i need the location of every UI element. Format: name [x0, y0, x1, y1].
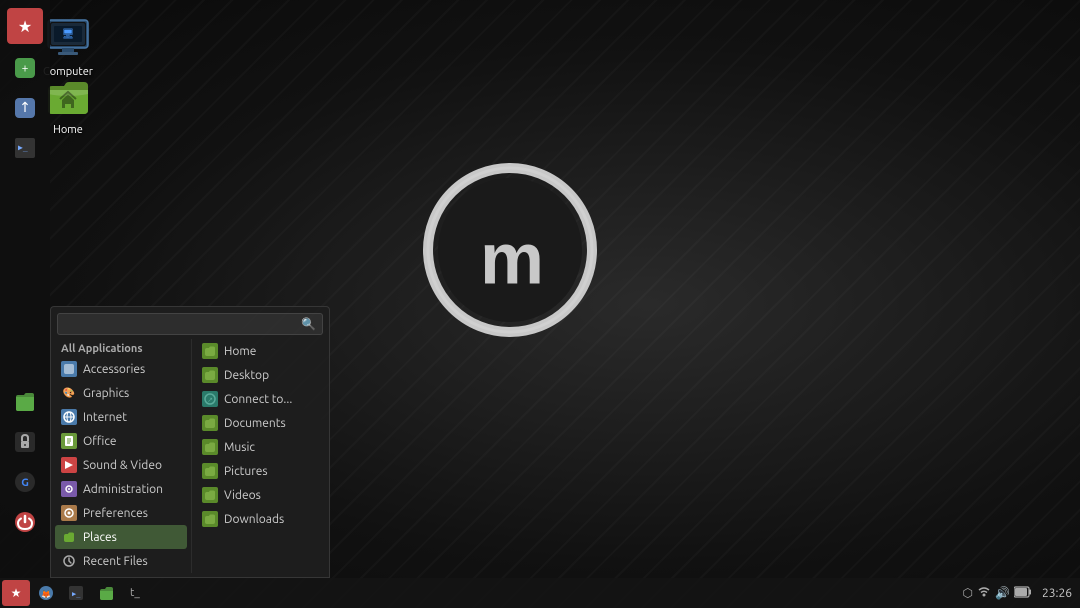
all-applications-label: All Applications [55, 339, 187, 357]
sidebar-google[interactable]: G [7, 464, 43, 500]
sidebar-update-manager[interactable]: ↑ [7, 90, 43, 126]
svg-text:G: G [21, 477, 29, 489]
menu-category-administration[interactable]: Administration [55, 477, 187, 501]
sidebar-power[interactable] [7, 504, 43, 540]
search-icon[interactable]: 🔍 [301, 317, 316, 331]
taskbar-window-title: t_ [122, 587, 148, 599]
place-desktop-icon [202, 367, 218, 383]
place-music-icon [202, 439, 218, 455]
sidebar-files[interactable] [7, 384, 43, 420]
bluetooth-icon[interactable]: ⬡ [963, 586, 973, 600]
menu-category-office[interactable]: Office [55, 429, 187, 453]
svg-text:▶_: ▶_ [18, 143, 28, 152]
taskbar: ★ 🦊 ▶_ t_ ⬡ [0, 578, 1080, 608]
menu-place-desktop[interactable]: Desktop [196, 363, 323, 387]
preferences-icon [61, 505, 77, 521]
taskbar-time: 23:26 [1042, 587, 1072, 600]
taskbar-browser-btn[interactable]: 🦊 [32, 580, 60, 606]
menu-recent-files[interactable]: Recent Files [55, 549, 187, 573]
sidebar-terminal[interactable]: ▶_ [7, 130, 43, 166]
search-input[interactable] [64, 317, 301, 331]
network-icon[interactable] [977, 585, 991, 602]
battery-icon[interactable] [1014, 586, 1032, 601]
svg-text:m: m [480, 219, 540, 299]
svg-text:🦊: 🦊 [41, 590, 51, 599]
menu-place-home[interactable]: Home [196, 339, 323, 363]
menu-places: Home Desktop ↗ Connect to... [191, 339, 327, 573]
place-home-icon [202, 343, 218, 359]
menu-category-accessories[interactable]: Accessories [55, 357, 187, 381]
taskbar-right: ⬡ 🔊 23:26 [963, 585, 1080, 602]
sidebar: ★ + ↑ ▶_ [0, 0, 50, 578]
taskbar-mintmenu-btn[interactable]: ★ [2, 580, 30, 606]
menu-place-pictures[interactable]: Pictures [196, 459, 323, 483]
office-icon [61, 433, 77, 449]
menu-category-internet[interactable]: Internet [55, 405, 187, 429]
menu-categories: All Applications Accessories 🎨 Graphics … [51, 339, 191, 573]
desktop: m 🖥 Computer [0, 0, 1080, 608]
accessories-icon [61, 361, 77, 377]
graphics-icon: 🎨 [61, 385, 77, 401]
taskbar-left: ★ 🦊 ▶_ t_ [0, 580, 148, 606]
menu-category-preferences[interactable]: Preferences [55, 501, 187, 525]
menu-place-downloads[interactable]: Downloads [196, 507, 323, 531]
place-pictures-icon [202, 463, 218, 479]
systray: ⬡ 🔊 [963, 585, 1032, 602]
menu-place-videos[interactable]: Videos [196, 483, 323, 507]
menu-category-graphics[interactable]: 🎨 Graphics [55, 381, 187, 405]
svg-text:↗: ↗ [207, 396, 213, 404]
svg-text:🖥: 🖥 [62, 28, 75, 39]
volume-icon[interactable]: 🔊 [995, 586, 1010, 600]
search-bar[interactable]: 🔍 [57, 313, 323, 335]
taskbar-terminal-btn[interactable]: ▶_ [62, 580, 90, 606]
place-videos-icon [202, 487, 218, 503]
svg-text:▶_: ▶_ [72, 590, 81, 598]
sidebar-lock[interactable] [7, 424, 43, 460]
linux-mint-logo: m [420, 160, 600, 340]
place-connect-icon: ↗ [202, 391, 218, 407]
administration-icon [61, 481, 77, 497]
place-documents-icon [202, 415, 218, 431]
home-icon-label: Home [53, 124, 83, 136]
menu-category-sound-video[interactable]: Sound & Video [55, 453, 187, 477]
place-downloads-icon [202, 511, 218, 527]
taskbar-files-btn[interactable] [92, 580, 120, 606]
svg-text:+: + [22, 62, 29, 75]
recent-files-icon [61, 553, 77, 569]
menu-category-places[interactable]: Places [55, 525, 187, 549]
menu-place-connect-to[interactable]: ↗ Connect to... [196, 387, 323, 411]
svg-text:★: ★ [11, 587, 22, 600]
internet-icon [61, 409, 77, 425]
places-icon [61, 529, 77, 545]
sidebar-mintmenu[interactable]: ★ [7, 8, 43, 44]
menu-place-music[interactable]: Music [196, 435, 323, 459]
menu-place-documents[interactable]: Documents [196, 411, 323, 435]
svg-text:↑: ↑ [19, 99, 31, 115]
start-menu: 🔍 All Applications Accessories 🎨 Graphic… [50, 306, 330, 578]
sound-video-icon [61, 457, 77, 473]
sidebar-software-manager[interactable]: + [7, 50, 43, 86]
